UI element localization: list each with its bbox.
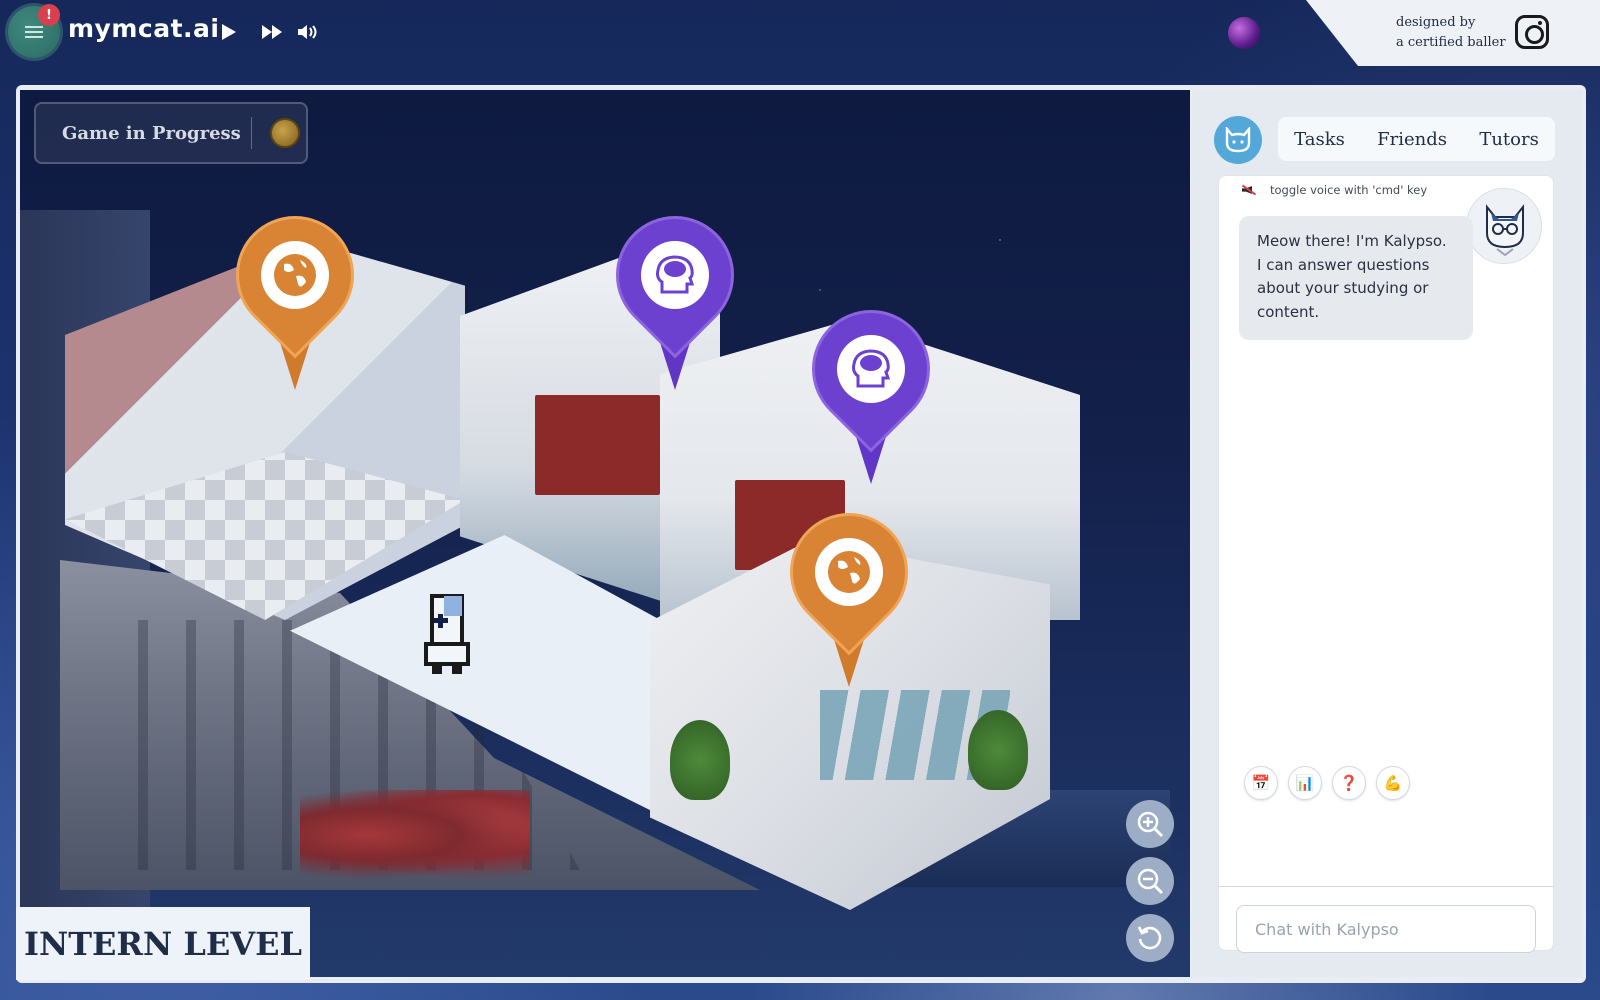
credit-line-1: designed by — [1396, 15, 1476, 30]
credit-text: designed by a certified baller — [1396, 13, 1506, 53]
purple-orb-icon[interactable] — [1228, 17, 1260, 49]
calendar-icon: 📅 — [1251, 774, 1271, 792]
bar-chart-icon: 📊 — [1295, 774, 1315, 792]
alert-badge: ! — [38, 4, 60, 26]
flexed-biceps-icon: 💪 — [1383, 774, 1403, 792]
instagram-icon[interactable] — [1515, 15, 1549, 49]
sidebar-tabs: Tasks Friends Tutors — [1278, 117, 1555, 161]
stats-button[interactable]: 📊 — [1288, 766, 1322, 800]
location-pin-globe[interactable] — [211, 191, 379, 394]
red-shrubs — [300, 790, 530, 880]
pin-disc — [837, 335, 905, 403]
location-pin-globe[interactable] — [765, 488, 933, 691]
credit-line-2: a certified baller — [1396, 35, 1506, 50]
hamburger-menu-icon — [25, 26, 43, 38]
reset-icon — [1137, 926, 1162, 950]
volume-button[interactable] — [294, 18, 322, 46]
red-cabinet — [535, 395, 660, 495]
globe-icon — [274, 254, 316, 296]
play-button[interactable] — [214, 18, 242, 46]
zoom-in-icon — [1137, 811, 1164, 838]
kalypso-avatar — [1466, 188, 1542, 264]
chat-divider — [1218, 886, 1554, 887]
location-pin-brain[interactable] — [591, 191, 759, 394]
zoom-in-button[interactable] — [1126, 800, 1174, 848]
cat-avatar-icon — [1486, 204, 1524, 257]
muted-speaker-icon — [1242, 184, 1256, 196]
calendar-button[interactable]: 📅 — [1244, 766, 1278, 800]
fast-forward-button[interactable] — [258, 18, 286, 46]
quick-actions: 📅 📊 ❓ 💪 — [1244, 766, 1410, 800]
tab-friends[interactable]: Friends — [1373, 123, 1451, 156]
globe-icon — [828, 551, 870, 593]
top-bar: ! mymcat.ai designed by a certified ball… — [0, 0, 1600, 66]
pin-disc — [641, 241, 709, 309]
play-icon — [222, 24, 236, 40]
game-status-pill: Game in Progress — [34, 102, 308, 164]
level-banner: INTERN LEVEL — [16, 907, 310, 980]
voice-hint[interactable]: toggle voice with 'cmd' key — [1242, 183, 1427, 197]
chat-input[interactable] — [1236, 905, 1536, 953]
voice-hint-text: toggle voice with 'cmd' key — [1270, 183, 1428, 197]
zoom-out-button[interactable] — [1126, 857, 1174, 905]
brand-name[interactable]: mymcat.ai — [68, 14, 219, 43]
game-status-text: Game in Progress — [62, 122, 241, 144]
fast-forward-icon — [262, 25, 282, 39]
potted-plant — [968, 710, 1028, 790]
player-character[interactable] — [418, 590, 476, 678]
reset-view-button[interactable] — [1126, 914, 1174, 962]
coin-icon[interactable] — [269, 118, 300, 148]
brain-icon — [656, 255, 695, 294]
divider — [250, 117, 252, 149]
zoom-out-icon — [1137, 868, 1164, 895]
tab-tasks[interactable]: Tasks — [1290, 123, 1349, 156]
tab-tutors[interactable]: Tutors — [1475, 123, 1543, 156]
brain-icon — [852, 349, 891, 388]
pin-disc — [815, 538, 883, 606]
potted-plant — [670, 720, 730, 800]
volume-icon — [298, 25, 317, 39]
location-pin-brain[interactable] — [787, 285, 955, 488]
question-icon: ❓ — [1339, 774, 1359, 792]
cat-assistant-button[interactable] — [1214, 116, 1262, 164]
game-map[interactable] — [20, 90, 1190, 977]
pin-disc — [261, 241, 329, 309]
help-button[interactable]: ❓ — [1332, 766, 1366, 800]
motivation-button[interactable]: 💪 — [1376, 766, 1410, 800]
cat-face-icon — [1225, 127, 1251, 153]
assistant-message: Meow there! I'm Kalypso. I can answer qu… — [1239, 216, 1473, 340]
